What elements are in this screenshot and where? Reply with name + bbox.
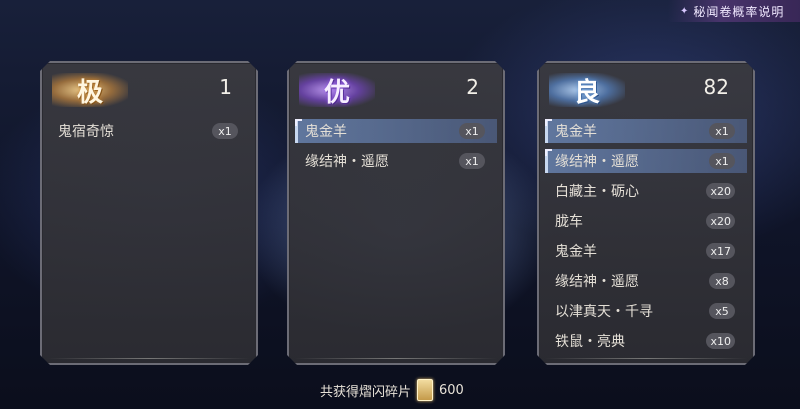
quantity-badge: x20 xyxy=(706,183,735,199)
probability-info-label: 秘闻卷概率说明 xyxy=(693,4,785,19)
quantity-badge: x1 xyxy=(459,153,485,169)
quantity-badge: x10 xyxy=(706,333,735,349)
grade-card-r: 良 82 鬼金羊 x1 缘结神・遥愿 x1 白藏主・砺心 x20 胧车 x20 … xyxy=(537,61,755,365)
shikigami-name: 鬼金羊 xyxy=(305,124,347,140)
card-header: 良 82 xyxy=(539,63,753,111)
quantity-badge: x1 xyxy=(212,123,238,139)
shikigami-name: 白藏主・砺心 xyxy=(555,184,639,200)
grade-card-sr: 优 2 鬼金羊 x1 缘结神・遥愿 x1 xyxy=(287,61,505,365)
list-item: 鬼金羊 x1 xyxy=(295,119,497,143)
list-item: 缘结神・遥愿 x1 xyxy=(295,149,497,173)
list-item: 缘结神・遥愿 x8 xyxy=(545,269,747,293)
grade-count: 82 xyxy=(703,75,729,99)
card-header: 优 2 xyxy=(289,63,503,111)
shikigami-name: 鬼金羊 xyxy=(555,124,597,140)
list-item: 胧车 x20 xyxy=(545,209,747,233)
fragment-total: 共获得熠闪碎片 600 xyxy=(320,377,464,403)
fragment-total-label: 共获得熠闪碎片 xyxy=(320,384,412,400)
grade-badge: 优 xyxy=(299,73,375,107)
quantity-badge: x20 xyxy=(706,213,735,229)
list-item: 缘结神・遥愿 x1 xyxy=(545,149,747,173)
shikigami-name: 铁鼠・亮典 xyxy=(555,334,625,349)
list-item: 鬼金羊 x1 xyxy=(545,119,747,143)
shikigami-name: 鬼金羊 xyxy=(555,244,597,260)
fragment-total-amount: 600 xyxy=(439,382,464,398)
grade-badge: 良 xyxy=(549,73,625,107)
list-item: 鬼金羊 x17 xyxy=(545,239,747,263)
grade-count: 1 xyxy=(219,75,232,99)
shikigami-name: 缘结神・遥愿 xyxy=(305,154,389,170)
shikigami-list[interactable]: 鬼宿奇惊 x1 xyxy=(48,119,250,349)
shikigami-list[interactable]: 鬼金羊 x1 缘结神・遥愿 x1 xyxy=(295,119,497,349)
quantity-badge: x1 xyxy=(709,123,735,139)
fragment-icon xyxy=(417,379,434,401)
quantity-badge: x5 xyxy=(709,303,735,319)
grade-badge: 极 xyxy=(52,73,128,107)
sparkle-icon: ✦ xyxy=(680,5,690,17)
shikigami-name: 缘结神・遥愿 xyxy=(555,154,639,170)
list-item: 白藏主・砺心 x20 xyxy=(545,179,747,203)
quantity-badge: x17 xyxy=(706,243,735,259)
list-item: 以津真天・千寻 x5 xyxy=(545,299,747,323)
shikigami-name: 胧车 xyxy=(555,214,583,230)
shikigami-name: 以津真天・千寻 xyxy=(555,304,653,320)
quantity-badge: x8 xyxy=(709,273,735,289)
list-item: 铁鼠・亮典 x10 xyxy=(545,329,747,349)
list-item: 鬼宿奇惊 x1 xyxy=(48,119,250,143)
shikigami-name: 鬼宿奇惊 xyxy=(58,124,114,140)
grade-card-ssr: 极 1 鬼宿奇惊 x1 xyxy=(40,61,258,365)
probability-info-button[interactable]: ✦ 秘闻卷概率说明 xyxy=(668,0,800,22)
quantity-badge: x1 xyxy=(459,123,485,139)
shikigami-list[interactable]: 鬼金羊 x1 缘结神・遥愿 x1 白藏主・砺心 x20 胧车 x20 鬼金羊 x… xyxy=(545,119,747,349)
card-header: 极 1 xyxy=(42,63,256,111)
quantity-badge: x1 xyxy=(709,153,735,169)
shikigami-name: 缘结神・遥愿 xyxy=(555,274,639,290)
grade-count: 2 xyxy=(466,75,479,99)
